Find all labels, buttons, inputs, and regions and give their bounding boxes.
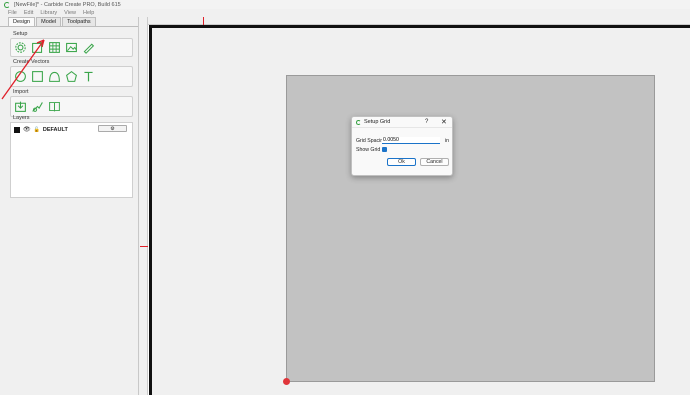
text-tool-icon[interactable] <box>82 70 95 83</box>
layers-panel: 👁 🔓 DEFAULT ⚙ <box>10 122 133 198</box>
ruler-top-marker <box>203 17 204 25</box>
design-canvas[interactable] <box>140 17 690 395</box>
import-model-icon[interactable] <box>31 100 44 113</box>
show-grid-checkbox[interactable] <box>382 147 387 152</box>
tab-model[interactable]: Model <box>36 17 62 26</box>
image-icon[interactable] <box>65 41 78 54</box>
import-section-label: Import <box>13 89 29 95</box>
menu-bar: File Edit Library View Help <box>0 9 690 17</box>
grid-spacing-input[interactable] <box>382 137 440 144</box>
create-vectors-section-label: Create Vectors <box>13 59 50 65</box>
origin-marker-icon <box>283 378 290 385</box>
tab-design[interactable]: Design <box>8 17 36 26</box>
sidebar: Design Model Toolpaths Setup Create Vect… <box>0 17 139 395</box>
dialog-title: Setup Grid <box>364 119 391 125</box>
setup-panel <box>10 38 133 57</box>
stock-material[interactable] <box>286 75 655 382</box>
sidebar-tabs: Design Model Toolpaths <box>0 17 138 27</box>
new-document-icon[interactable] <box>31 41 44 54</box>
ok-button[interactable]: Ok <box>387 158 416 166</box>
left-ruler <box>140 17 148 395</box>
close-icon[interactable]: ✕ <box>441 118 447 126</box>
menu-help[interactable]: Help <box>83 10 94 16</box>
top-ruler <box>140 17 690 25</box>
job-setup-gear-icon[interactable] <box>14 41 27 54</box>
eye-icon[interactable]: 👁 <box>23 126 31 133</box>
window-title: [NewFile]* - Carbide Create PRO, Build 6… <box>14 1 121 8</box>
import-vectors-icon[interactable] <box>14 100 27 113</box>
setup-grid-dialog: Setup Grid ? ✕ Grid Spacing in Show Grid… <box>351 116 453 176</box>
create-vectors-panel <box>10 66 133 87</box>
circle-tool-icon[interactable] <box>14 70 27 83</box>
import-panel <box>10 96 133 117</box>
show-grid-label: Show Grid <box>356 147 381 153</box>
layer-name: DEFAULT <box>42 126 68 133</box>
grid-setup-icon[interactable] <box>48 41 61 54</box>
grid-spacing-unit: in <box>445 138 450 144</box>
curve-tool-icon[interactable] <box>48 70 61 83</box>
title-bar: [NewFile]* - Carbide Create PRO, Build 6… <box>0 0 690 9</box>
polygon-tool-icon[interactable] <box>65 70 78 83</box>
menu-view[interactable]: View <box>64 10 76 16</box>
measure-pencil-icon[interactable] <box>82 41 95 54</box>
gear-icon: ⚙ <box>110 125 115 132</box>
setup-section-label: Setup <box>13 31 28 37</box>
dialog-header: Setup Grid <box>352 117 452 128</box>
layer-color-swatch[interactable] <box>14 126 20 133</box>
cancel-button[interactable]: Cancel <box>420 158 449 166</box>
menu-library[interactable]: Library <box>40 10 57 16</box>
layers-section-label: Layers <box>13 115 30 121</box>
tab-toolpaths[interactable]: Toolpaths <box>62 17 96 26</box>
menu-edit[interactable]: Edit <box>24 10 33 16</box>
library-book-icon[interactable] <box>48 100 61 113</box>
carbide-logo-icon <box>4 1 10 8</box>
rectangle-tool-icon[interactable] <box>31 70 44 83</box>
help-icon[interactable]: ? <box>425 119 428 125</box>
carbide-logo-icon <box>356 119 361 125</box>
ruler-left-marker <box>140 246 148 247</box>
layer-settings-button[interactable]: ⚙ <box>98 125 127 132</box>
menu-file[interactable]: File <box>8 10 17 16</box>
lock-icon[interactable]: 🔓 <box>34 127 40 133</box>
